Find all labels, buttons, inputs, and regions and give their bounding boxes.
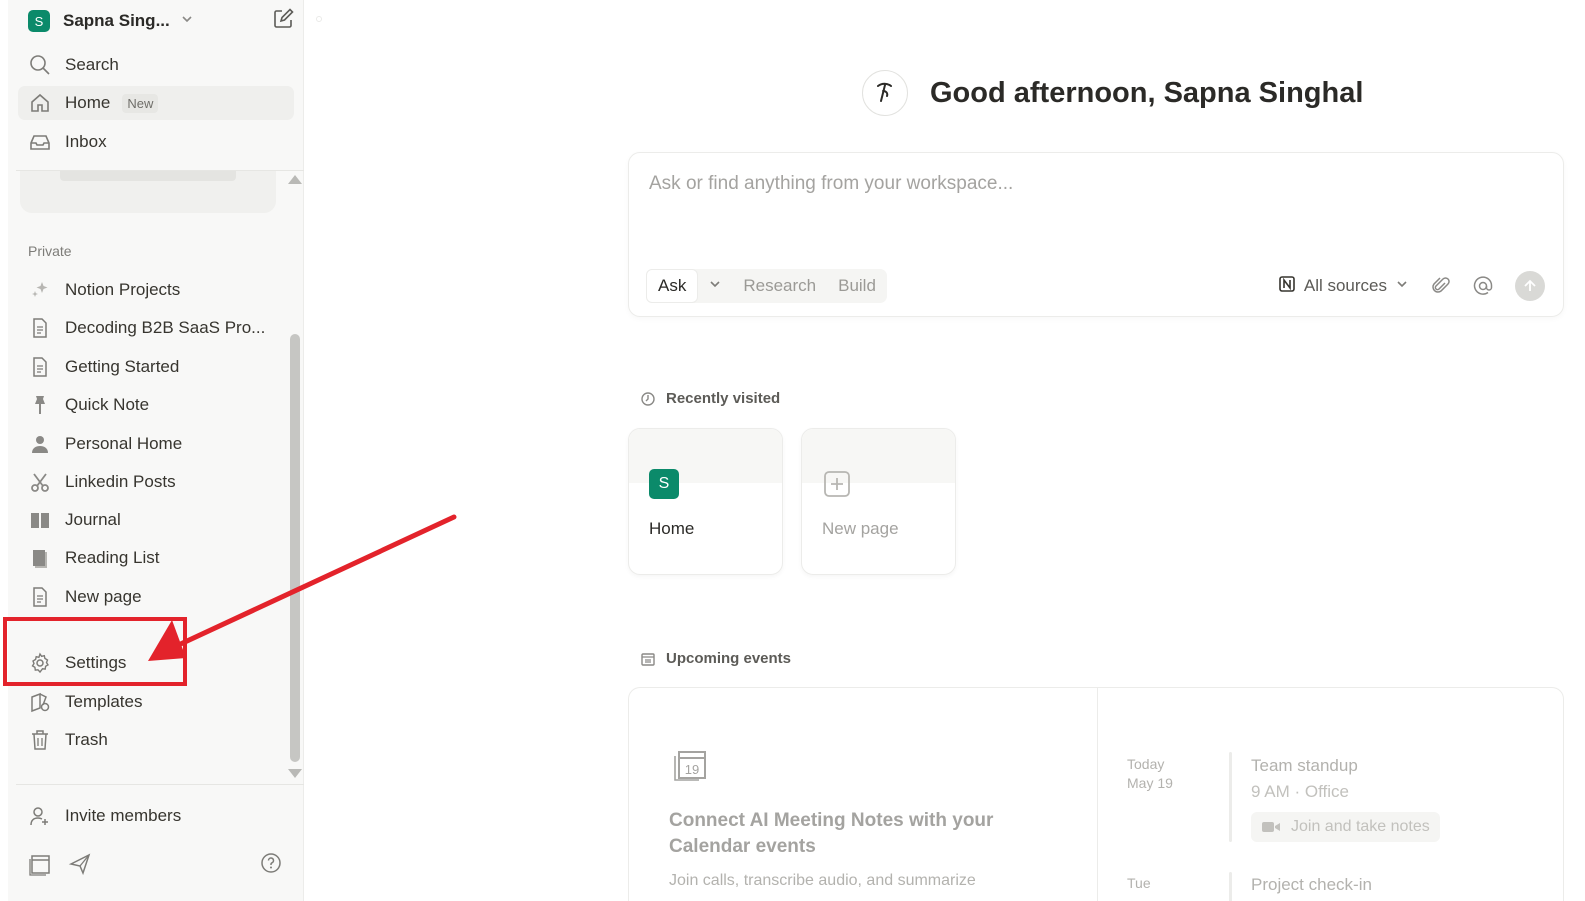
attach-icon[interactable] xyxy=(1431,276,1451,296)
ask-input[interactable] xyxy=(649,173,1349,195)
calendar-day-text: 19 xyxy=(685,762,699,777)
greeting-row: Good afternoon, Sapna Singhal xyxy=(862,69,1363,117)
sources-label: All sources xyxy=(1303,276,1387,295)
arrow-up-icon xyxy=(1524,279,1536,291)
chevron-down-icon[interactable] xyxy=(698,277,732,296)
section-title: Upcoming events xyxy=(666,650,792,667)
plus-square-icon xyxy=(822,469,852,499)
event-day-label: Tue xyxy=(1127,875,1151,891)
promo-description: Join calls, transcribe audio, and summar… xyxy=(669,872,976,889)
send-button[interactable] xyxy=(1515,271,1545,301)
video-camera-icon xyxy=(1261,820,1281,834)
promo-title: Connect AI Meeting Notes with your Calen… xyxy=(669,810,994,857)
mode-research-button[interactable]: Research xyxy=(732,269,827,303)
event-name[interactable]: Project check-in xyxy=(1251,875,1372,895)
section-title: Recently visited xyxy=(666,390,781,407)
event-name[interactable]: Team standup xyxy=(1251,756,1358,776)
recently-visited-heading: Recently visited xyxy=(640,390,780,407)
mode-selector: Ask Research Build xyxy=(646,269,887,303)
divider xyxy=(1097,688,1098,901)
event-bar xyxy=(1229,752,1232,842)
calendar-icon: 19 xyxy=(673,746,709,787)
ask-toolbar: All sources xyxy=(1278,269,1545,303)
card-label: New page xyxy=(822,519,899,538)
mention-icon[interactable] xyxy=(1473,276,1493,296)
clock-icon xyxy=(640,391,656,407)
event-day-label: Today xyxy=(1127,756,1165,772)
decorative-dot xyxy=(316,16,322,22)
card-label: Home xyxy=(649,519,695,538)
event-meta: 9 AM · Office xyxy=(1251,782,1349,801)
recent-card-home[interactable]: S Home xyxy=(628,428,783,575)
event-date-label: May 19 xyxy=(1127,775,1173,791)
mode-ask-button[interactable]: Ask xyxy=(646,269,699,303)
notion-logo-icon xyxy=(1278,275,1296,298)
event-bar xyxy=(1229,872,1232,901)
join-notes-label: Join and take notes xyxy=(1291,818,1430,835)
join-notes-button[interactable]: Join and take notes xyxy=(1251,812,1440,842)
event-date: Today May 19 xyxy=(1127,755,1173,793)
mode-build-button[interactable]: Build xyxy=(827,269,887,303)
ask-box: Ask Research Build All sources xyxy=(628,152,1564,317)
sources-dropdown[interactable]: All sources xyxy=(1278,275,1409,298)
upcoming-events-heading: Upcoming events xyxy=(640,650,791,667)
user-avatar[interactable] xyxy=(862,70,908,116)
calendar-icon xyxy=(640,651,656,667)
page-title: Good afternoon, Sapna Singhal xyxy=(930,76,1364,109)
recent-card-new-page[interactable]: New page xyxy=(801,428,956,575)
chevron-down-icon xyxy=(1395,276,1409,296)
workspace-avatar: S xyxy=(649,469,679,499)
events-panel: 19 Connect AI Meeting Notes with your Ca… xyxy=(628,687,1564,901)
